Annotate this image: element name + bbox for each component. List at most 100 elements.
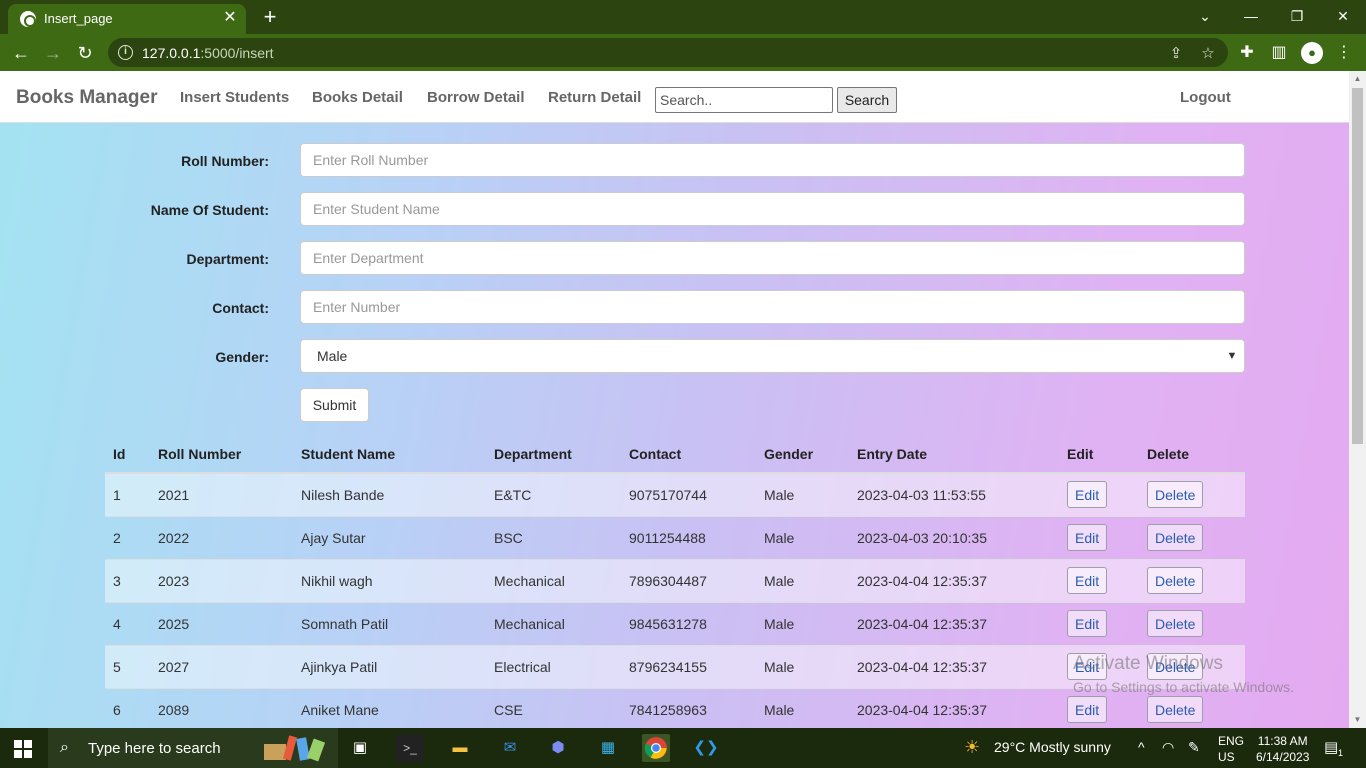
tray-chevron-up-icon[interactable]: ^: [1138, 739, 1145, 755]
gender-label: Gender:: [215, 349, 269, 365]
forward-arrow-icon[interactable]: →: [40, 40, 66, 66]
share-icon[interactable]: ⇪: [1166, 44, 1186, 64]
edit-button[interactable]: Edit: [1067, 610, 1108, 637]
cell-delete: Delete: [1139, 473, 1245, 517]
student-name-input[interactable]: [300, 192, 1245, 226]
scroll-up-arrow-icon[interactable]: ▲: [1353, 74, 1362, 83]
gender-selected-value: Male: [317, 348, 348, 364]
browser-toolbar: ← → ↻ i 127.0.0.1:5000/insert ⇪ ☆ ✚ ▥ ● …: [0, 34, 1366, 71]
windows-taskbar: ⌕ Type here to search ▣ >_ ▬ ✉ ⬢ ▦ ❮❯ ☀ …: [0, 728, 1366, 768]
edit-button[interactable]: Edit: [1067, 524, 1108, 551]
edit-button[interactable]: Edit: [1067, 567, 1108, 594]
browser-tab-active[interactable]: Insert_page ✕: [8, 4, 246, 34]
weather-text[interactable]: 29°C Mostly sunny: [994, 739, 1111, 755]
notification-center-icon[interactable]: ▤: [1324, 738, 1338, 756]
cell-edit: Edit: [1059, 602, 1139, 646]
browser-menu-kebab-icon[interactable]: ⋮: [1333, 42, 1355, 64]
site-info-icon[interactable]: i: [118, 45, 133, 60]
delete-button[interactable]: Delete: [1147, 481, 1204, 509]
delete-button[interactable]: Delete: [1147, 524, 1204, 551]
nav-return-detail[interactable]: Return Detail: [548, 89, 641, 106]
mail-icon[interactable]: ✉: [496, 734, 524, 762]
cell-entry-date: 2023-04-04 12:35:37: [849, 688, 1059, 728]
minimize-icon[interactable]: —: [1236, 4, 1266, 28]
cell-student-name: Ajinkya Patil: [293, 645, 486, 689]
close-window-icon[interactable]: ✕: [1328, 4, 1358, 28]
url-path: :5000/insert: [200, 45, 274, 61]
extensions-puzzle-icon[interactable]: ✚: [1236, 42, 1258, 64]
cell-gender: Male: [756, 645, 849, 689]
contact-input[interactable]: [300, 290, 1245, 324]
restore-icon[interactable]: ❐: [1282, 4, 1312, 28]
header-contact: Contact: [621, 435, 756, 474]
cell-contact: 7841258963: [621, 688, 756, 728]
gender-select[interactable]: Male: [300, 339, 1245, 373]
search-input[interactable]: [655, 87, 833, 113]
cell-contact: 8796234155: [621, 645, 756, 689]
cell-delete: Delete: [1139, 516, 1245, 560]
cell-department: CSE: [486, 688, 621, 728]
reload-icon[interactable]: ↻: [72, 40, 98, 66]
cell-id: 6: [105, 688, 150, 728]
windows-start-icon[interactable]: [14, 740, 32, 758]
task-view-icon[interactable]: ▣: [346, 734, 374, 762]
edit-button[interactable]: Edit: [1067, 481, 1108, 509]
cell-department: Electrical: [486, 645, 621, 689]
browser-tab-strip: Insert_page ✕ + ⌄ — ❐ ✕: [0, 0, 1366, 34]
scrollbar-thumb[interactable]: [1352, 88, 1363, 444]
delete-button[interactable]: Delete: [1147, 567, 1204, 594]
cell-student-name: Nilesh Bande: [293, 473, 486, 517]
hexagon-app-icon[interactable]: ⬢: [544, 734, 572, 762]
cell-delete: Delete: [1139, 559, 1245, 603]
network-icon[interactable]: ◠: [1162, 739, 1174, 756]
brand-title[interactable]: Books Manager: [16, 87, 157, 109]
header-gender: Gender: [756, 435, 849, 474]
header-department: Department: [486, 435, 621, 474]
delete-button[interactable]: Delete: [1147, 610, 1204, 637]
search-button[interactable]: Search: [837, 87, 897, 113]
cell-id: 3: [105, 559, 150, 603]
logout-link[interactable]: Logout: [1180, 89, 1231, 106]
new-tab-plus-icon[interactable]: +: [258, 6, 282, 30]
store-icon[interactable]: ▦: [594, 734, 622, 762]
cell-gender: Male: [756, 516, 849, 560]
clock[interactable]: 11:38 AM 6/14/2023: [1256, 733, 1309, 765]
scroll-down-arrow-icon[interactable]: ▼: [1353, 715, 1362, 724]
watermark-line2: Go to Settings to activate Windows.: [1073, 679, 1294, 695]
tab-close-icon[interactable]: ✕: [220, 8, 240, 28]
side-panel-icon[interactable]: ▥: [1268, 42, 1290, 64]
cell-roll-number: 2022: [150, 516, 293, 560]
address-bar[interactable]: i 127.0.0.1:5000/insert ⇪ ☆: [108, 38, 1228, 67]
nav-insert-students[interactable]: Insert Students: [180, 89, 289, 106]
submit-button[interactable]: Submit: [300, 388, 369, 422]
nav-books-detail[interactable]: Books Detail: [312, 89, 403, 106]
clock-date: 6/14/2023: [1256, 750, 1310, 764]
cell-id: 5: [105, 645, 150, 689]
table-header-row: Id Roll Number Student Name Department C…: [105, 435, 1245, 474]
clock-time: 11:38 AM: [1257, 734, 1308, 748]
vscode-icon[interactable]: ❮❯: [692, 734, 720, 762]
cell-roll-number: 2089: [150, 688, 293, 728]
table-row: 3 2023 Nikhil wagh Mechanical 7896304487…: [105, 559, 1245, 603]
roll-number-input[interactable]: [300, 143, 1245, 177]
cell-roll-number: 2025: [150, 602, 293, 646]
page-viewport: Books Manager Insert Students Books Deta…: [0, 71, 1349, 728]
department-input[interactable]: [300, 241, 1245, 275]
bookmark-star-icon[interactable]: ☆: [1198, 44, 1218, 64]
file-explorer-folder-icon[interactable]: ▬: [446, 734, 474, 762]
terminal-icon[interactable]: >_: [396, 734, 424, 762]
page-scrollbar[interactable]: ▲ ▼: [1349, 71, 1366, 728]
taskbar-search-box[interactable]: ⌕ Type here to search: [48, 728, 338, 768]
pen-icon[interactable]: ✎: [1188, 739, 1200, 756]
edit-button[interactable]: Edit: [1067, 696, 1108, 723]
delete-button[interactable]: Delete: [1147, 696, 1204, 723]
back-arrow-icon[interactable]: ←: [8, 40, 34, 66]
nav-borrow-detail[interactable]: Borrow Detail: [427, 89, 525, 106]
language-indicator[interactable]: ENG US: [1218, 733, 1244, 765]
tab-search-chevron-icon[interactable]: ⌄: [1190, 4, 1220, 28]
cell-contact: 7896304487: [621, 559, 756, 603]
profile-avatar-icon[interactable]: ●: [1301, 42, 1323, 64]
chrome-icon[interactable]: [642, 734, 670, 762]
weather-sun-cloud-icon[interactable]: ☀: [964, 737, 980, 758]
header-id: Id: [105, 435, 150, 474]
